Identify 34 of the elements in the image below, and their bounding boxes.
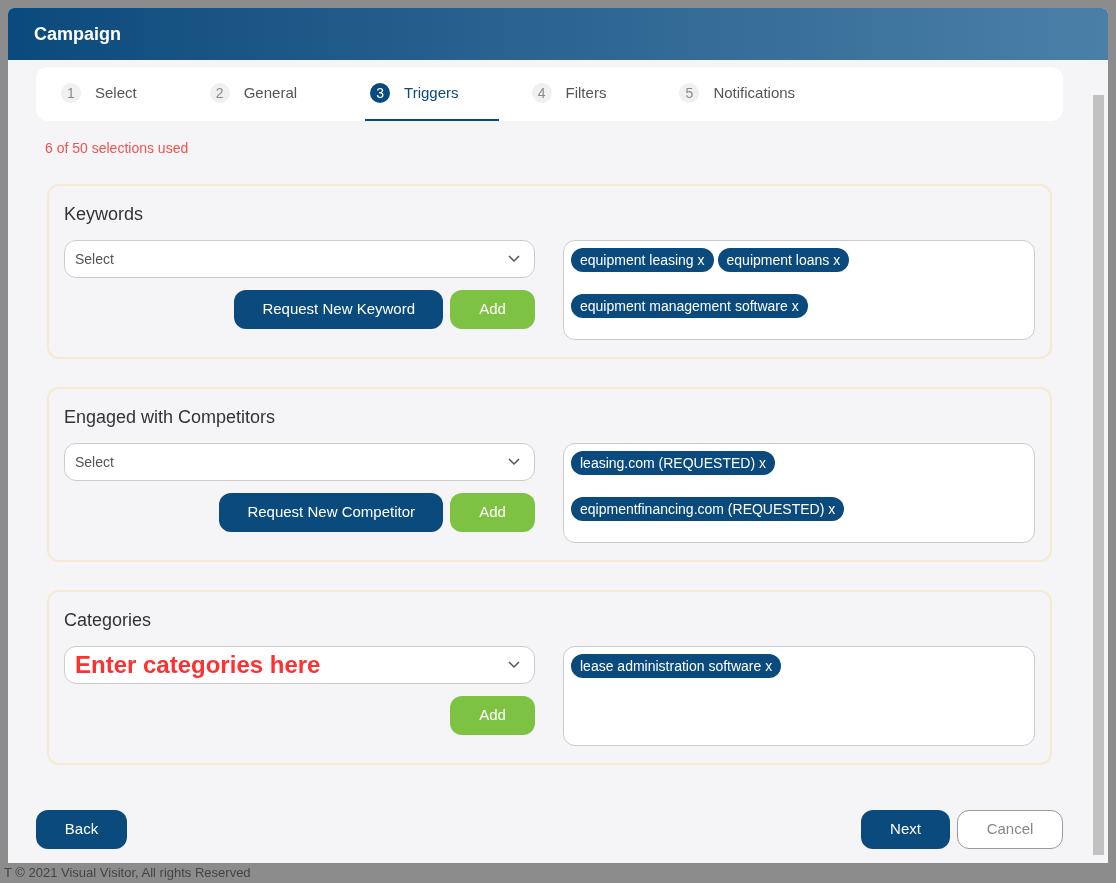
- back-button[interactable]: Back: [36, 810, 127, 849]
- tag-chip[interactable]: lease administration software x: [571, 654, 782, 678]
- page-footer-text: T © 2021 Visual Visitor, All rights Reserved: [3, 864, 252, 882]
- step-number: 3: [370, 83, 391, 103]
- request-button[interactable]: Request New Keyword: [234, 290, 443, 329]
- window-title: Campaign: [34, 22, 121, 46]
- step-tab[interactable]: 2 General: [204, 67, 338, 121]
- section-title: Keywords: [64, 203, 145, 226]
- request-button[interactable]: Request New Competitor: [219, 493, 443, 532]
- tag-chip[interactable]: eqipmentfinancing.com (REQUESTED) x: [571, 497, 845, 521]
- select-field[interactable]: Enter categories here: [64, 646, 535, 684]
- select-field[interactable]: Select: [64, 443, 535, 481]
- step-number: 1: [61, 83, 81, 103]
- next-button[interactable]: Next: [861, 810, 950, 849]
- usage-note: 6 of 50 selections used: [45, 139, 190, 158]
- tag-chip[interactable]: equipment loans x: [717, 248, 850, 272]
- select-field[interactable]: Select: [64, 240, 535, 278]
- scrollbar[interactable]: [1093, 95, 1104, 855]
- step-tab[interactable]: 3 Triggers: [365, 67, 499, 121]
- chevron-down-icon: [508, 661, 520, 669]
- step-number: 2: [209, 83, 230, 103]
- tag-chip[interactable]: leasing.com (REQUESTED) x: [571, 451, 775, 475]
- cancel-button[interactable]: Cancel: [957, 810, 1063, 849]
- step-tab[interactable]: 5 Notifications: [674, 67, 836, 121]
- chevron-down-icon: [508, 458, 520, 466]
- chevron-down-icon: [508, 255, 520, 263]
- step-number: 4: [531, 83, 552, 103]
- section-title: Categories: [64, 609, 153, 632]
- tag-chip[interactable]: equipment leasing x: [571, 248, 714, 272]
- step-tab[interactable]: 1 Select: [56, 67, 177, 121]
- tag-chip[interactable]: equipment management software x: [571, 294, 808, 318]
- step-tab[interactable]: 4 Filters: [526, 67, 647, 121]
- step-number: 5: [679, 83, 700, 103]
- section-title: Engaged with Competitors: [64, 406, 277, 429]
